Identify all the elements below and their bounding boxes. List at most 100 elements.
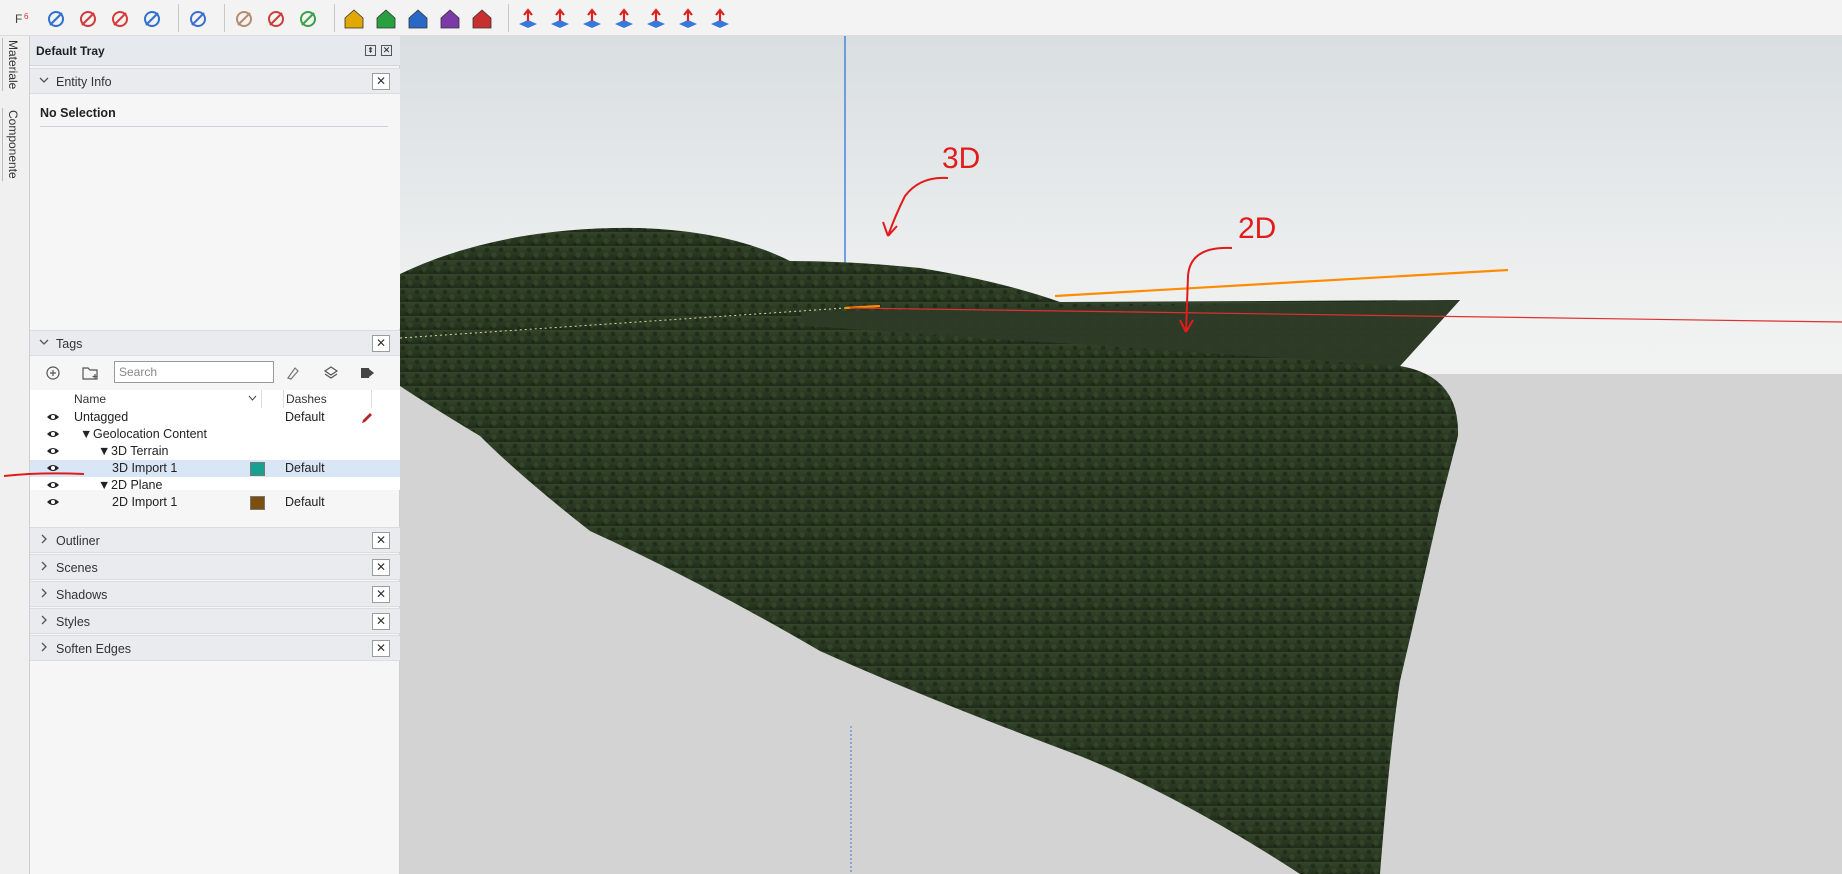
table-row[interactable]: Untagged Default <box>30 409 400 426</box>
pencil-line-icon[interactable] <box>44 7 68 31</box>
add-folder-icon[interactable] <box>82 364 100 382</box>
soften-edges-header[interactable]: Soften Edges ✕ <box>30 635 400 661</box>
shadows-label: Shadows <box>56 588 108 602</box>
eye-icon[interactable] <box>46 429 60 439</box>
styles-label: Styles <box>56 615 91 629</box>
orange-edge <box>1054 268 1509 298</box>
eye-icon[interactable] <box>46 480 60 490</box>
scene-canvas: 3D 2D <box>400 36 1842 874</box>
pin-icon[interactable]: ⇞ <box>365 45 376 56</box>
push-pull-n-icon[interactable] <box>644 7 668 31</box>
toolbar-separator <box>334 4 335 32</box>
expand-triangle-icon[interactable]: ▼ <box>98 478 110 492</box>
scale-icon[interactable] <box>186 7 210 31</box>
eye-icon[interactable] <box>46 446 60 456</box>
tag-name: Geolocation Content <box>93 427 207 441</box>
house-blue-icon[interactable] <box>406 7 430 31</box>
chevron-right-icon <box>38 533 50 547</box>
chevron-down-icon <box>38 74 50 88</box>
tag-name: 2D Import 1 <box>112 495 178 509</box>
column-header-name[interactable]: Name <box>72 390 262 408</box>
toolbar-separator <box>178 4 179 32</box>
close-icon[interactable]: ✕ <box>372 532 390 549</box>
chevron-right-icon <box>38 587 50 601</box>
side-tab-materiale[interactable]: Materiale <box>2 38 23 92</box>
scenes-header[interactable]: Scenes ✕ <box>30 554 400 580</box>
entity-info-label: Entity Info <box>56 75 112 89</box>
f6-icon[interactable]: F6 <box>12 7 36 31</box>
column-header-dashes[interactable]: Dashes <box>284 390 372 408</box>
tags-label: Tags <box>56 337 83 351</box>
tag-name: Untagged <box>74 410 129 424</box>
push-pull-r-icon[interactable] <box>580 7 604 31</box>
freehand-icon[interactable] <box>76 7 100 31</box>
lifebuoy-icon[interactable] <box>108 7 132 31</box>
close-icon[interactable]: ✕ <box>372 73 390 90</box>
svg-text:6: 6 <box>24 12 29 21</box>
column-header-color[interactable] <box>262 390 284 408</box>
push-pull-j-icon[interactable] <box>548 7 572 31</box>
entity-info-header[interactable]: Entity Info ✕ <box>30 68 400 94</box>
search-input[interactable]: Search <box>114 361 274 383</box>
tag-color-swatch[interactable] <box>250 496 265 510</box>
push-pull-v-icon[interactable] <box>612 7 636 31</box>
push-pull-equal-icon[interactable] <box>516 7 540 31</box>
expand-triangle-icon[interactable]: ▼ <box>98 444 110 458</box>
brush-icon[interactable] <box>140 7 164 31</box>
house-yellow-icon[interactable] <box>342 7 366 31</box>
side-tab-componente[interactable]: Componente <box>2 108 23 181</box>
table-row[interactable]: ▼ 3D Terrain <box>30 443 400 460</box>
table-row[interactable]: 2D Import 1 Default <box>30 494 400 511</box>
outliner-header[interactable]: Outliner ✕ <box>30 527 400 553</box>
tags-header[interactable]: Tags ✕ <box>30 330 400 356</box>
close-icon[interactable]: ✕ <box>372 335 390 352</box>
chevron-down-icon <box>38 336 50 350</box>
push-pull-f-icon[interactable] <box>708 7 732 31</box>
tag-name: 2D Plane <box>111 478 163 492</box>
tray-title: Default Tray <box>36 44 105 58</box>
house-red-icon[interactable] <box>470 7 494 31</box>
chevron-down-icon <box>248 395 257 401</box>
orbit-icon[interactable] <box>264 7 288 31</box>
close-icon[interactable]: ✕ <box>372 613 390 630</box>
details-arrow-icon[interactable] <box>358 364 376 382</box>
column-name-label: Name <box>74 392 107 406</box>
toolbar: F6 <box>0 0 1842 36</box>
styles-header[interactable]: Styles ✕ <box>30 608 400 634</box>
tray-title-bar: Default Tray ⇞ ✕ <box>30 36 400 66</box>
svg-text:F: F <box>15 12 22 26</box>
add-tag-icon[interactable] <box>44 364 62 382</box>
color-by-tag-icon[interactable] <box>322 364 340 382</box>
tag-dashes[interactable]: Default <box>285 461 325 475</box>
tray-close-icon[interactable]: ✕ <box>381 45 392 56</box>
rock-icon[interactable] <box>232 7 256 31</box>
eye-icon[interactable] <box>46 497 60 507</box>
shadows-header[interactable]: Shadows ✕ <box>30 581 400 607</box>
tag-dashes[interactable]: Default <box>285 410 325 424</box>
entity-info-panel: No Selection <box>30 94 400 329</box>
chevron-right-icon <box>38 641 50 655</box>
close-icon[interactable]: ✕ <box>372 586 390 603</box>
tag-dashes[interactable]: Default <box>285 495 325 509</box>
annotation-underline <box>3 472 85 477</box>
soften-edges-label: Soften Edges <box>56 642 132 656</box>
expand-triangle-icon[interactable]: ▼ <box>80 427 92 441</box>
3d-viewport[interactable]: 3D 2D <box>400 36 1842 874</box>
push-pull-x-icon[interactable] <box>676 7 700 31</box>
toolbar-separator <box>224 4 225 32</box>
tag-tool-icon[interactable] <box>284 364 302 382</box>
house-purple-icon[interactable] <box>438 7 462 31</box>
tag-color-swatch[interactable] <box>250 462 265 476</box>
chevron-right-icon <box>38 560 50 574</box>
gem-icon[interactable] <box>296 7 320 31</box>
tags-toolbar: Search <box>30 356 400 390</box>
eye-icon[interactable] <box>46 412 60 422</box>
tag-name: 3D Import 1 <box>112 461 178 475</box>
house-green-icon[interactable] <box>374 7 398 31</box>
table-row[interactable]: ▼ Geolocation Content <box>30 426 400 443</box>
close-icon[interactable]: ✕ <box>372 559 390 576</box>
outliner-label: Outliner <box>56 534 100 548</box>
pencil-icon <box>362 413 372 423</box>
close-icon[interactable]: ✕ <box>372 640 390 657</box>
scenes-label: Scenes <box>56 561 98 575</box>
